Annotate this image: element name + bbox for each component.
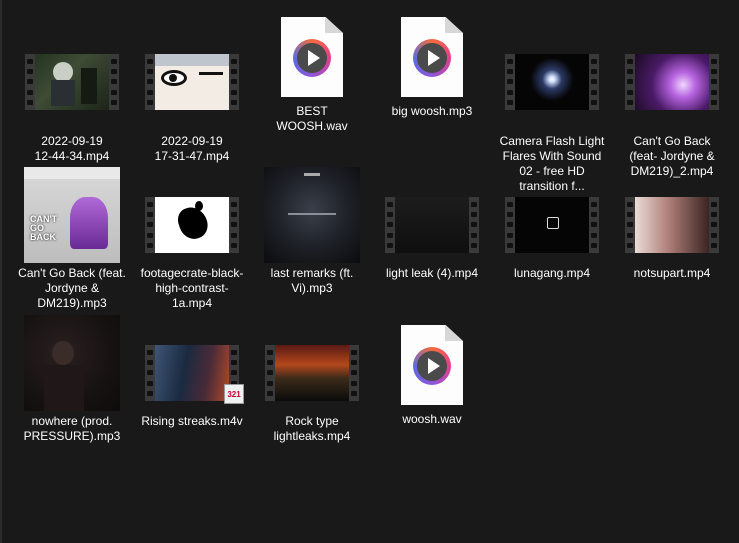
file-item[interactable]: Camera Flash Light Flares With Sound 02 … bbox=[497, 32, 607, 194]
file-item[interactable]: light leak (4).mp4 bbox=[377, 186, 487, 281]
file-item[interactable]: Can't Go Back (feat- Jordyne & DM219)_2.… bbox=[617, 32, 727, 179]
file-item[interactable]: woosh.wav bbox=[377, 320, 487, 427]
thumbnail bbox=[620, 32, 724, 132]
video-thumbnail-icon bbox=[265, 345, 359, 401]
file-name-label: BEST WOOSH.wav bbox=[276, 104, 348, 133]
media-app-badge-icon: 321 bbox=[224, 384, 244, 404]
thumbnail bbox=[380, 320, 484, 410]
thumbnail bbox=[20, 314, 124, 412]
file-name-label: footagecrate-black-high-contrast-1a.mp4 bbox=[140, 266, 244, 310]
thumbnail bbox=[500, 186, 604, 264]
file-name-label: woosh.wav bbox=[402, 412, 462, 426]
video-thumbnail-icon bbox=[625, 197, 719, 253]
video-thumbnail-icon bbox=[625, 54, 719, 110]
file-name-label: 2022-09-19 12-44-34.mp4 bbox=[34, 134, 110, 163]
file-item[interactable]: notsupart.mp4 bbox=[617, 186, 727, 281]
thumbnail: 321 bbox=[140, 334, 244, 412]
file-item[interactable]: nowhere (prod. PRESSURE).mp3 bbox=[17, 314, 127, 444]
thumbnail: CAN'T GO BACK bbox=[20, 166, 124, 264]
file-item[interactable]: big woosh.mp3 bbox=[377, 12, 487, 119]
file-item[interactable]: Rock type lightleaks.mp4 bbox=[257, 334, 367, 444]
thumbnail bbox=[500, 32, 604, 132]
video-thumbnail-icon bbox=[385, 197, 479, 253]
thumbnail bbox=[260, 334, 364, 412]
thumbnail bbox=[140, 32, 244, 132]
file-name-label: Rock type lightleaks.mp4 bbox=[273, 414, 351, 443]
file-name-label: 2022-09-19 17-31-47.mp4 bbox=[154, 134, 230, 163]
file-name-label: Rising streaks.m4v bbox=[141, 414, 243, 428]
file-item[interactable]: CAN'T GO BACK Can't Go Back (feat. Jordy… bbox=[17, 166, 127, 311]
video-thumbnail-icon bbox=[145, 197, 239, 253]
file-item[interactable]: lunagang.mp4 bbox=[497, 186, 607, 281]
file-name-label: Camera Flash Light Flares With Sound 02 … bbox=[499, 134, 605, 193]
file-item[interactable]: 321 Rising streaks.m4v bbox=[137, 334, 247, 429]
video-thumbnail-icon bbox=[505, 54, 599, 110]
file-item[interactable]: 2022-09-19 12-44-34.mp4 bbox=[17, 32, 127, 164]
file-name-label: lunagang.mp4 bbox=[513, 266, 591, 280]
file-name-label: Can't Go Back (feat- Jordyne & DM219)_2.… bbox=[629, 134, 715, 178]
video-thumbnail-icon bbox=[25, 54, 119, 110]
file-name-label: big woosh.mp3 bbox=[391, 104, 473, 118]
file-item[interactable]: footagecrate-black-high-contrast-1a.mp4 bbox=[137, 186, 247, 311]
album-art-icon bbox=[264, 167, 360, 263]
thumbnail bbox=[620, 186, 724, 264]
file-item[interactable]: 2022-09-19 17-31-47.mp4 bbox=[137, 32, 247, 164]
album-art-icon: CAN'T GO BACK bbox=[24, 167, 120, 263]
album-art-icon bbox=[24, 315, 120, 411]
thumbnail bbox=[380, 12, 484, 102]
media-player-file-icon bbox=[281, 17, 343, 97]
file-name-label: nowhere (prod. PRESSURE).mp3 bbox=[23, 414, 121, 443]
video-thumbnail-icon bbox=[145, 54, 239, 110]
thumbnail bbox=[140, 186, 244, 264]
file-item[interactable]: last remarks (ft. Vi).mp3 bbox=[257, 166, 367, 296]
thumbnail bbox=[260, 12, 364, 102]
video-thumbnail-icon bbox=[505, 197, 599, 253]
thumbnail bbox=[380, 186, 484, 264]
thumbnail bbox=[20, 32, 124, 132]
file-name-label: light leak (4).mp4 bbox=[385, 266, 479, 280]
file-item[interactable]: BEST WOOSH.wav bbox=[257, 12, 367, 134]
album-art-title: CAN'T GO BACK bbox=[30, 214, 58, 242]
file-name-label: Can't Go Back (feat. Jordyne & DM219).mp… bbox=[18, 266, 126, 310]
file-icon-grid: 2022-09-19 12-44-34.mp4 2022-09-19 17-31… bbox=[0, 0, 739, 543]
media-player-file-icon bbox=[401, 325, 463, 405]
media-player-file-icon bbox=[401, 17, 463, 97]
file-name-label: last remarks (ft. Vi).mp3 bbox=[270, 266, 354, 295]
thumbnail bbox=[260, 166, 364, 264]
file-name-label: notsupart.mp4 bbox=[633, 266, 711, 280]
